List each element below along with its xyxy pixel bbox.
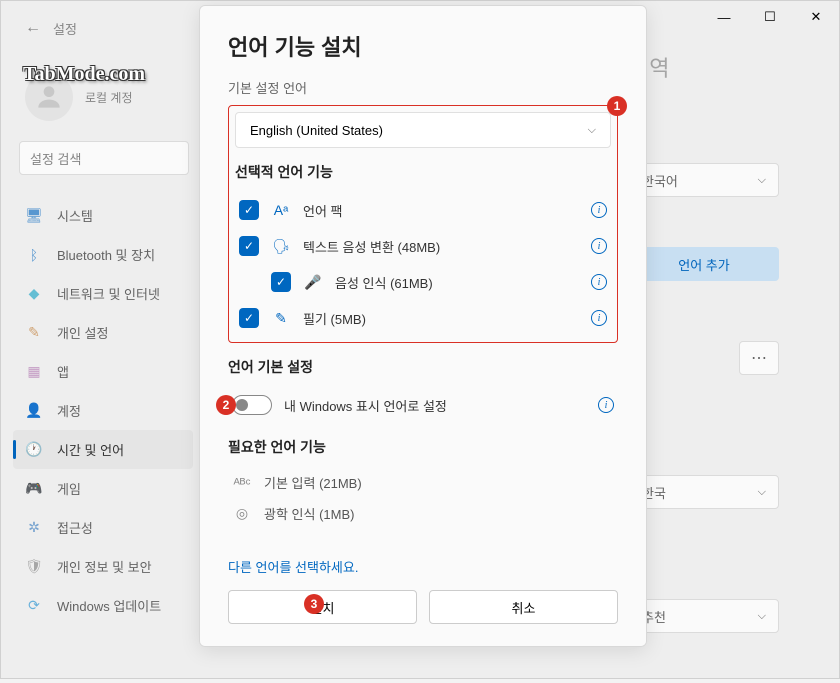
- default-language-label: 기본 설정 언어: [228, 78, 618, 97]
- feature-label: 언어 팩: [303, 201, 579, 220]
- feature-label: 음성 인식 (61MB): [335, 273, 579, 292]
- modal-title: 언어 기능 설치: [228, 30, 618, 62]
- feature-icon: ✎: [271, 310, 291, 327]
- feature-row-2: ✓ 🎤 음성 인식 (61MB) i: [235, 264, 611, 300]
- feature-icon: 🎤: [303, 274, 323, 291]
- close-button[interactable]: ✕: [793, 1, 839, 33]
- badge-1: 1: [607, 96, 627, 116]
- required-icon: ᴬᴮᶜ: [232, 475, 252, 491]
- info-icon[interactable]: i: [591, 202, 607, 218]
- display-language-label: 내 Windows 표시 언어로 설정: [284, 396, 586, 415]
- selected-language-value: English (United States): [250, 123, 383, 138]
- required-row-1: ◎ 광학 인식 (1MB): [228, 498, 618, 529]
- badge-2: 2: [216, 395, 236, 415]
- feature-icon: Aᵃ: [271, 202, 291, 218]
- select-other-language-link[interactable]: 다른 언어를 선택하세요.: [228, 557, 618, 576]
- cancel-button-label: 취소: [512, 598, 536, 617]
- minimize-button[interactable]: —: [701, 1, 747, 33]
- highlight-region-1: 1 English (United States) ⌵ 선택적 언어 기능 ✓A…: [228, 105, 618, 343]
- info-icon[interactable]: i: [591, 274, 607, 290]
- feature-checkbox[interactable]: ✓: [271, 272, 291, 292]
- feature-checkbox[interactable]: ✓: [239, 200, 259, 220]
- required-row-0: ᴬᴮᶜ 기본 입력 (21MB): [228, 467, 618, 498]
- required-icon: ◎: [232, 505, 252, 522]
- language-select-dropdown[interactable]: English (United States) ⌵: [235, 112, 611, 148]
- feature-checkbox[interactable]: ✓: [239, 236, 259, 256]
- required-label: 광학 인식 (1MB): [264, 504, 614, 523]
- required-label: 기본 입력 (21MB): [264, 473, 614, 492]
- language-prefs-heading: 언어 기본 설정: [228, 357, 618, 377]
- info-icon[interactable]: i: [598, 397, 614, 413]
- install-language-modal: 언어 기능 설치 기본 설정 언어 1 English (United Stat…: [199, 5, 647, 647]
- info-icon[interactable]: i: [591, 238, 607, 254]
- display-language-toggle[interactable]: [232, 395, 272, 415]
- feature-row-3: ✓ ✎ 필기 (5MB) i: [235, 300, 611, 336]
- maximize-button[interactable]: ☐: [747, 1, 793, 33]
- badge-3: 3: [304, 594, 324, 614]
- install-button[interactable]: 3 설치: [228, 590, 417, 624]
- watermark-text: TabMode.com: [23, 63, 145, 86]
- feature-label: 텍스트 음성 변환 (48MB): [303, 237, 579, 256]
- feature-checkbox[interactable]: ✓: [239, 308, 259, 328]
- feature-row-0: ✓ Aᵃ 언어 팩 i: [235, 192, 611, 228]
- feature-row-1: ✓ 🗣 텍스트 음성 변환 (48MB) i: [235, 228, 611, 264]
- feature-label: 필기 (5MB): [303, 309, 579, 328]
- feature-icon: 🗣: [271, 238, 291, 255]
- chevron-down-icon: ⌵: [588, 124, 596, 137]
- info-icon[interactable]: i: [591, 310, 607, 326]
- optional-features-heading: 선택적 언어 기능: [235, 162, 611, 182]
- cancel-button[interactable]: 취소: [429, 590, 618, 624]
- required-features-heading: 필요한 언어 기능: [228, 437, 618, 457]
